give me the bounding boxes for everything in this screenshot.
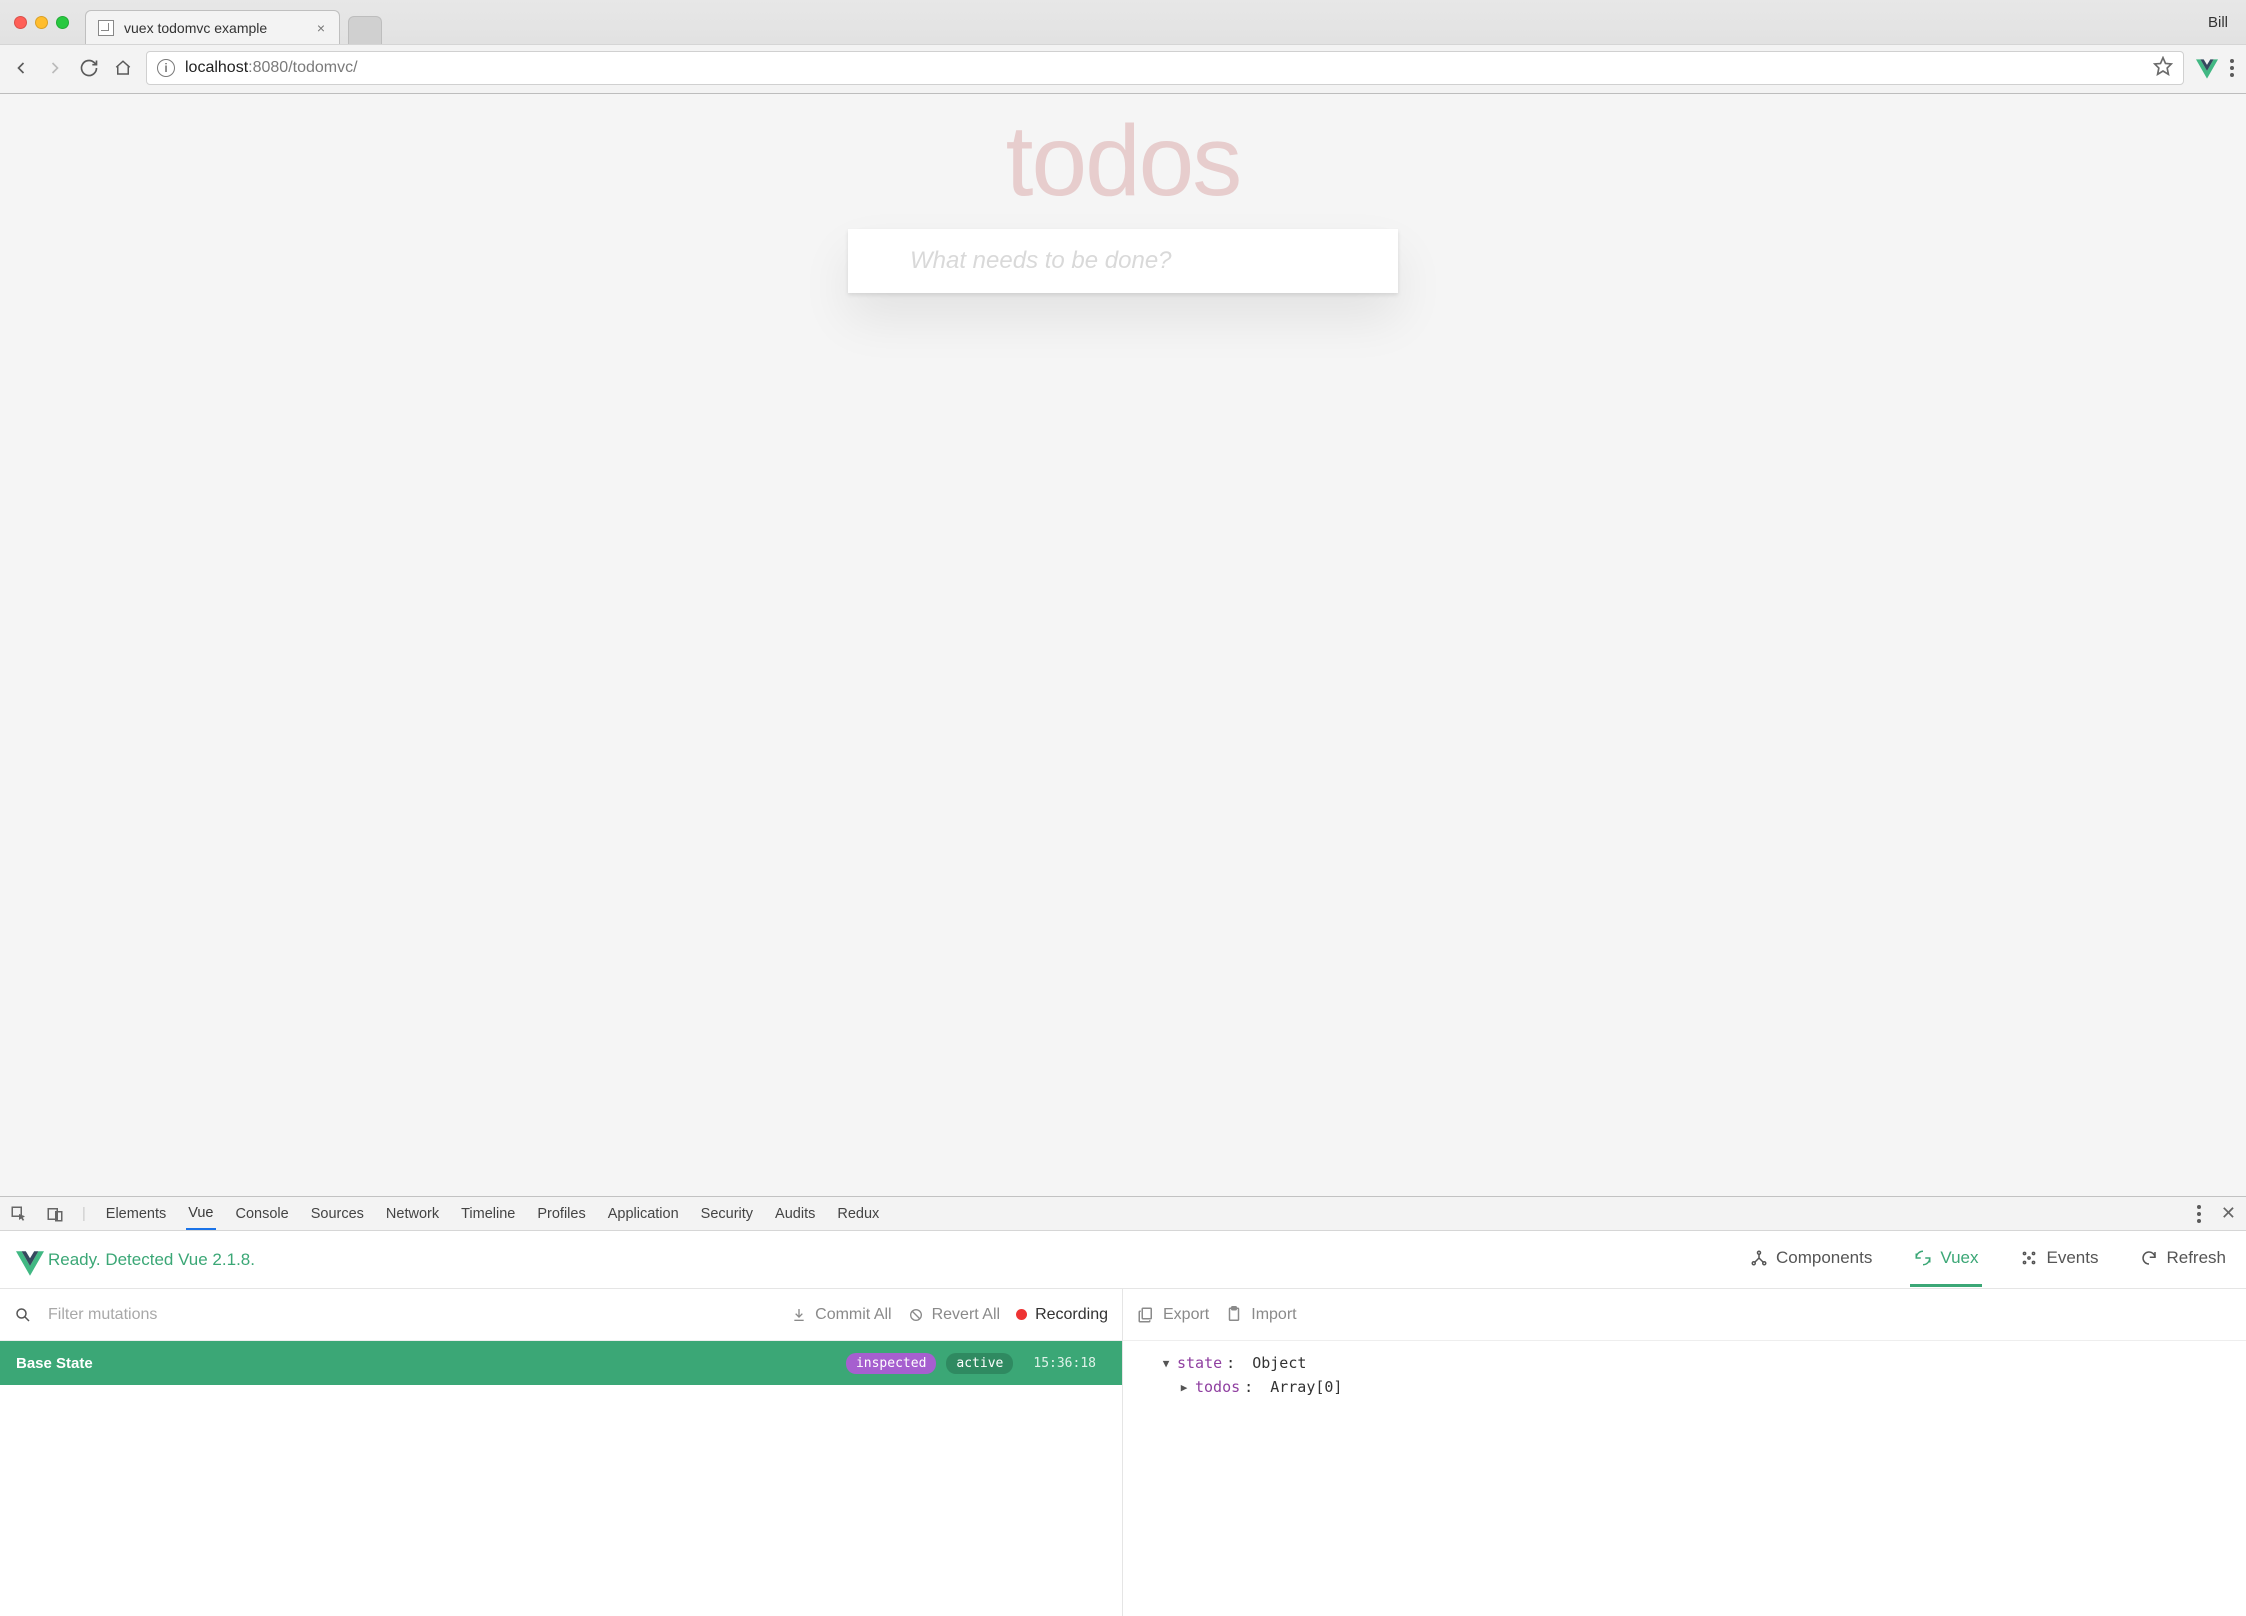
search-icon xyxy=(14,1306,32,1324)
browser-tab[interactable]: vuex todomvc example × xyxy=(85,10,340,44)
devtools-tab-timeline[interactable]: Timeline xyxy=(459,1199,517,1229)
tree-row-state[interactable]: ▼ state: Object xyxy=(1129,1351,2240,1375)
vue-devtools-nav: Components Vuex Events Refresh xyxy=(1746,1232,2230,1287)
record-icon xyxy=(1016,1309,1027,1320)
address-bar[interactable]: i localhost:8080/todomvc/ xyxy=(146,51,2184,85)
vue-logo-icon xyxy=(16,1251,36,1269)
caret-right-icon[interactable]: ▶ xyxy=(1177,1381,1191,1394)
tab-close-icon[interactable]: × xyxy=(317,20,325,36)
vue-devtools-header: Ready. Detected Vue 2.1.8. Components Vu… xyxy=(0,1231,2246,1289)
url-text: localhost:8080/todomvc/ xyxy=(185,59,358,77)
devtools-tab-vue[interactable]: Vue xyxy=(186,1198,215,1230)
vue-status: Ready. Detected Vue 2.1.8. xyxy=(16,1250,255,1270)
badge-active: active xyxy=(946,1353,1013,1374)
devtools-tab-audits[interactable]: Audits xyxy=(773,1199,817,1229)
revert-all-button[interactable]: Revert All xyxy=(908,1306,1000,1324)
devtools-panel: | Elements Vue Console Sources Network T… xyxy=(0,1196,2246,1616)
badge-inspected: inspected xyxy=(846,1353,936,1374)
tree-row-todos[interactable]: ▶ todos: Array[0] xyxy=(1129,1375,2240,1399)
badge-time: 15:36:18 xyxy=(1023,1353,1106,1374)
window-controls xyxy=(14,16,69,29)
close-window-icon[interactable] xyxy=(14,16,27,29)
zoom-window-icon[interactable] xyxy=(56,16,69,29)
profile-name[interactable]: Bill xyxy=(2208,14,2228,31)
devtools-menu-icon[interactable] xyxy=(2195,1203,2203,1225)
import-button[interactable]: Import xyxy=(1225,1306,1296,1324)
devtools-tab-elements[interactable]: Elements xyxy=(104,1199,168,1229)
recording-toggle[interactable]: Recording xyxy=(1016,1306,1108,1324)
export-button[interactable]: Export xyxy=(1137,1306,1209,1324)
caret-down-icon[interactable]: ▼ xyxy=(1159,1357,1173,1370)
nav-components[interactable]: Components xyxy=(1746,1232,1876,1287)
site-info-icon[interactable]: i xyxy=(157,59,175,77)
vue-status-text: Ready. Detected Vue 2.1.8. xyxy=(48,1250,255,1270)
devtools-tab-application[interactable]: Application xyxy=(606,1199,681,1229)
mutations-pane: Commit All Revert All Recording Base Sta… xyxy=(0,1289,1123,1616)
inspect-element-icon[interactable] xyxy=(10,1205,28,1223)
commit-all-button[interactable]: Commit All xyxy=(791,1306,891,1324)
devtools-tab-sources[interactable]: Sources xyxy=(309,1199,366,1229)
devtools-tab-profiles[interactable]: Profiles xyxy=(535,1199,587,1229)
browser-toolbar: i localhost:8080/todomvc/ xyxy=(0,44,2246,93)
browser-chrome: vuex todomvc example × Bill i localhost:… xyxy=(0,0,2246,94)
state-pane: Export Import ▼ state: Object ▶ todos: A… xyxy=(1123,1289,2246,1616)
tab-title: vuex todomvc example xyxy=(124,20,267,36)
new-todo-input[interactable] xyxy=(848,229,1398,293)
mutation-row-base-state[interactable]: Base State inspected active 15:36:18 xyxy=(0,1341,1122,1385)
mutation-name: Base State xyxy=(16,1355,93,1372)
home-button[interactable] xyxy=(112,57,134,79)
device-toolbar-icon[interactable] xyxy=(46,1205,64,1223)
nav-refresh[interactable]: Refresh xyxy=(2136,1232,2230,1287)
state-tree: ▼ state: Object ▶ todos: Array[0] xyxy=(1123,1341,2246,1409)
todo-card xyxy=(848,229,1398,293)
mutations-toolbar: Commit All Revert All Recording xyxy=(0,1289,1122,1341)
devtools-tab-security[interactable]: Security xyxy=(699,1199,755,1229)
nav-vuex[interactable]: Vuex xyxy=(1910,1232,1982,1287)
app-title: todos xyxy=(1006,104,1241,219)
browser-menu-icon[interactable] xyxy=(2228,57,2236,79)
filter-mutations-input[interactable] xyxy=(48,1306,255,1324)
reload-button[interactable] xyxy=(78,57,100,79)
tab-strip: vuex todomvc example × Bill xyxy=(0,0,2246,44)
back-button[interactable] xyxy=(10,57,32,79)
state-toolbar: Export Import xyxy=(1123,1289,2246,1341)
new-tab-button[interactable] xyxy=(348,16,382,44)
page-content: todos xyxy=(0,94,2246,1198)
vuex-body: Commit All Revert All Recording Base Sta… xyxy=(0,1289,2246,1616)
devtools-tab-bar: | Elements Vue Console Sources Network T… xyxy=(0,1197,2246,1231)
devtools-tab-redux[interactable]: Redux xyxy=(835,1199,881,1229)
devtools-close-icon[interactable]: ✕ xyxy=(2221,1203,2236,1224)
devtools-tab-console[interactable]: Console xyxy=(234,1199,291,1229)
vue-devtools-extension-icon[interactable] xyxy=(2196,59,2216,77)
devtools-tab-network[interactable]: Network xyxy=(384,1199,441,1229)
forward-button xyxy=(44,57,66,79)
nav-events[interactable]: Events xyxy=(2016,1232,2102,1287)
minimize-window-icon[interactable] xyxy=(35,16,48,29)
tab-favicon-icon xyxy=(98,20,114,36)
bookmark-icon[interactable] xyxy=(2153,56,2173,81)
